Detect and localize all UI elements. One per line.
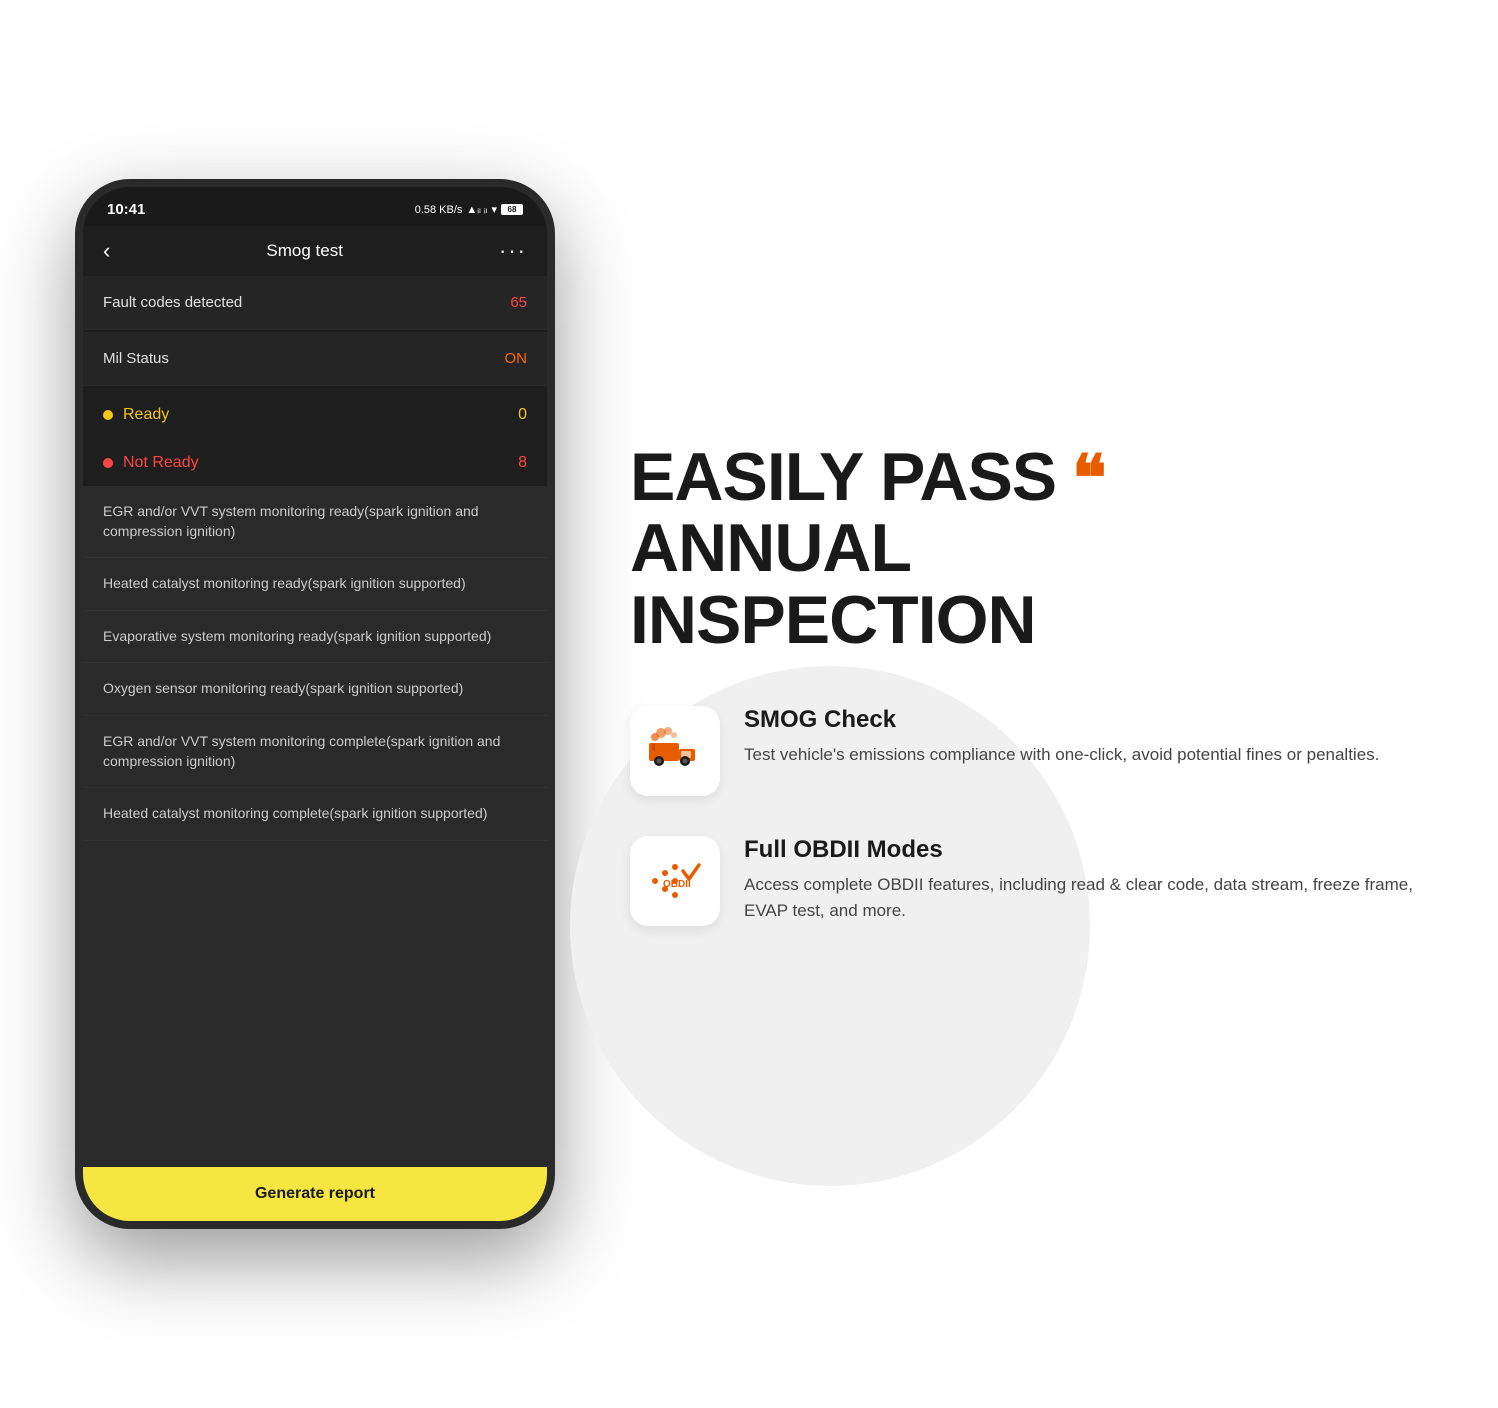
- feature-card-obdii: OBDII Full OBDII Modes Access complete O…: [630, 836, 1438, 926]
- smog-feature-text: SMOG Check Test vehicle's emissions comp…: [744, 706, 1438, 768]
- back-button[interactable]: ‹: [103, 238, 110, 264]
- signal-icon: ▲ᵢₗ ᵢₗ: [466, 203, 487, 216]
- list-item: Oxygen sensor monitoring ready(spark ign…: [83, 663, 547, 716]
- list-item: Heated catalyst monitoring ready(spark i…: [83, 558, 547, 611]
- app-header: ‹ Smog test ···: [83, 226, 547, 276]
- obdii-feature-title: Full OBDII Modes: [744, 836, 1438, 864]
- feature-card-smog: SMOG Check Test vehicle's emissions comp…: [630, 706, 1438, 796]
- obdii-icon-box: OBDII: [630, 836, 720, 926]
- ready-row: Ready 0: [83, 392, 547, 438]
- headline-text-2: ANNUAL: [630, 510, 911, 586]
- phone-wrapper: 10:41 0.58 KB/s ▲ᵢₗ ᵢₗ ▾ 68 ‹ Smog test …: [60, 179, 570, 1229]
- phone-content: Fault codes detected 65 Mil Status ON Re…: [83, 276, 547, 1221]
- headline-line1: EASILY PASS ❝: [630, 442, 1438, 513]
- headline: EASILY PASS ❝ ANNUAL INSPECTION: [630, 442, 1438, 656]
- more-button[interactable]: ···: [499, 238, 527, 264]
- status-time: 10:41: [107, 201, 145, 218]
- features-area: SMOG Check Test vehicle's emissions comp…: [630, 706, 1438, 966]
- smog-check-icon: [645, 721, 705, 781]
- phone-mockup: 10:41 0.58 KB/s ▲ᵢₗ ᵢₗ ▾ 68 ‹ Smog test …: [75, 179, 555, 1229]
- not-ready-label: Not Ready: [123, 454, 199, 472]
- quote-icon: ❝: [1072, 446, 1105, 510]
- headline-text-1: EASILY PASS: [630, 442, 1056, 513]
- mil-status-value: ON: [505, 350, 528, 367]
- list-item: EGR and/or VVT system monitoring ready(s…: [83, 486, 547, 558]
- page-container: 10:41 0.58 KB/s ▲ᵢₗ ᵢₗ ▾ 68 ‹ Smog test …: [0, 0, 1498, 1408]
- not-ready-label-group: Not Ready: [103, 454, 199, 472]
- battery-icon: 68: [501, 204, 523, 215]
- status-section: Ready 0 Not Ready 8: [83, 392, 547, 486]
- status-bar: 10:41 0.58 KB/s ▲ᵢₗ ᵢₗ ▾ 68: [83, 187, 547, 226]
- fault-codes-row: Fault codes detected 65: [83, 276, 547, 330]
- not-ready-count: 8: [518, 454, 527, 472]
- list-item-text: Heated catalyst monitoring complete(spar…: [103, 805, 487, 821]
- right-content: EASILY PASS ❝ ANNUAL INSPECTION: [570, 442, 1438, 966]
- list-item-text: EGR and/or VVT system monitoring complet…: [103, 733, 500, 769]
- smog-feature-desc: Test vehicle's emissions compliance with…: [744, 742, 1438, 768]
- svg-text:OBDII: OBDII: [663, 879, 691, 890]
- not-ready-dot: [103, 458, 113, 468]
- smog-feature-title: SMOG Check: [744, 706, 1438, 734]
- headline-line2: ANNUAL: [630, 513, 1438, 584]
- list-item: EGR and/or VVT system monitoring complet…: [83, 716, 547, 788]
- ready-dot: [103, 410, 113, 420]
- generate-report-button[interactable]: Generate report: [83, 1167, 547, 1221]
- list-item: Evaporative system monitoring ready(spar…: [83, 611, 547, 664]
- screen-title: Smog test: [266, 241, 343, 261]
- ready-label-group: Ready: [103, 406, 169, 424]
- fault-codes-value: 65: [510, 294, 527, 311]
- smog-icon-box: [630, 706, 720, 796]
- list-item-text: EGR and/or VVT system monitoring ready(s…: [103, 503, 479, 539]
- list-item-text: Heated catalyst monitoring ready(spark i…: [103, 575, 466, 591]
- list-item: Heated catalyst monitoring complete(spar…: [83, 788, 547, 841]
- network-icon: 0.58 KB/s: [415, 204, 463, 216]
- not-ready-row: Not Ready 8: [83, 440, 547, 486]
- status-icons: 0.58 KB/s ▲ᵢₗ ᵢₗ ▾ 68: [415, 203, 523, 216]
- obdii-icon: OBDII: [645, 851, 705, 911]
- obdii-feature-text: Full OBDII Modes Access complete OBDII f…: [744, 836, 1438, 923]
- ready-count: 0: [518, 406, 527, 424]
- headline-text-3: INSPECTION: [630, 582, 1036, 658]
- obdii-feature-desc: Access complete OBDII features, includin…: [744, 872, 1438, 923]
- list-item-text: Oxygen sensor monitoring ready(spark ign…: [103, 680, 463, 696]
- ready-label: Ready: [123, 406, 169, 424]
- wifi-icon: ▾: [491, 203, 497, 216]
- mil-status-label: Mil Status: [103, 350, 169, 367]
- fault-codes-label: Fault codes detected: [103, 294, 242, 311]
- headline-line3: INSPECTION: [630, 585, 1438, 656]
- items-list: EGR and/or VVT system monitoring ready(s…: [83, 486, 547, 1167]
- mil-status-row: Mil Status ON: [83, 332, 547, 386]
- list-item-text: Evaporative system monitoring ready(spar…: [103, 628, 491, 644]
